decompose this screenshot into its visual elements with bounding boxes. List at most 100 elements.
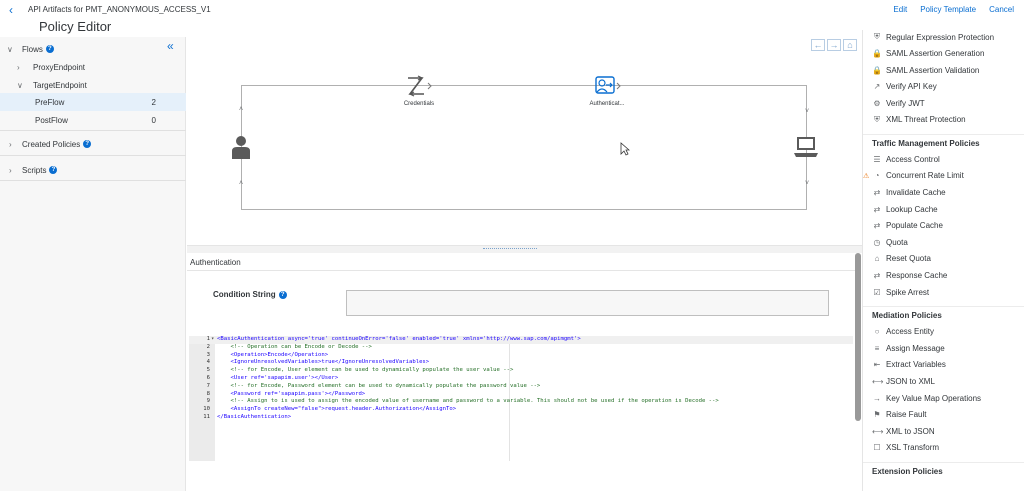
palette-item-assign-message[interactable]: ≡ Assign Message: [863, 340, 1024, 357]
preflow-label: PreFlow: [35, 97, 65, 107]
arrow-left-icon[interactable]: ←: [811, 39, 825, 51]
cache-icon: ⇄: [873, 204, 881, 214]
palette-item-label: XML to JSON: [886, 426, 935, 436]
palette-item-label: Populate Cache: [886, 221, 943, 231]
tree-item-preflow[interactable]: PreFlow 2: [0, 93, 186, 111]
shield-icon: ⛨: [874, 32, 880, 42]
palette-item-response-cache[interactable]: ⇄ Response Cache: [863, 267, 1024, 284]
flag-icon: ⚑: [873, 410, 881, 420]
step-label: Authenticat...: [589, 101, 625, 107]
top-actions: Edit Policy Template Cancel: [893, 5, 1014, 14]
code-text: <Password ref='sapapim.pass'></Password>: [217, 390, 366, 397]
help-icon[interactable]: ?: [278, 290, 287, 299]
palette-item-label: Reset Quota: [886, 254, 931, 264]
fold-icon[interactable]: ▾: [211, 336, 214, 344]
palette-item-access-control[interactable]: ☰ Access Control: [863, 151, 1024, 168]
key-value-icon: →: [873, 393, 881, 403]
code-line[interactable]: 1 ▾ <BasicAuthentication async='true' cont…: [189, 336, 853, 344]
flow-step-authentication[interactable]: Authenticat...: [585, 75, 629, 107]
palette-item-label: Verify API Key: [886, 82, 937, 92]
panel-splitter[interactable]: [187, 245, 862, 253]
splitter-grip[interactable]: [483, 248, 537, 250]
palette-item-xml-threat-protection[interactable]: ⛨ XML Threat Protection: [863, 112, 1024, 129]
divider: [0, 180, 186, 181]
palette-item-extract-variables[interactable]: ⇤ Extract Variables: [863, 357, 1024, 374]
flows-header[interactable]: ∨ Flows?: [0, 40, 186, 58]
palette-item-label: Invalidate Cache: [886, 187, 946, 197]
palette-item-regular-expression-protection[interactable]: ⛨ Regular Expression Protection: [863, 30, 1024, 46]
line-number: 2: [206, 343, 210, 350]
palette-item-label: Response Cache: [886, 270, 948, 280]
preflow-count: 2: [151, 97, 156, 107]
palette-item-saml-assertion-validation[interactable]: 🔒 SAML Assertion Validation: [863, 62, 1024, 79]
palette-item-label: Assign Message: [886, 343, 945, 353]
palette-item-label: Access Entity: [886, 327, 935, 337]
code-editor[interactable]: 1 ▾ <BasicAuthentication async='true' cont…: [189, 336, 853, 461]
help-icon[interactable]: ?: [83, 140, 92, 149]
palette-item-json-to-xml[interactable]: ⟷ JSON to XML: [863, 373, 1024, 390]
palette-item-label: Quota: [886, 237, 908, 247]
properties-heading: Authentication: [190, 258, 241, 267]
palette-item-key-value-map-operations[interactable]: → Key Value Map Operations: [863, 390, 1024, 407]
palette-group-heading: Mediation Policies: [872, 311, 942, 321]
created-policies-label: Created Policies: [22, 139, 81, 149]
palette-item-populate-cache[interactable]: ⇄ Populate Cache: [863, 217, 1024, 234]
line-number: 7: [206, 382, 210, 389]
breadcrumb[interactable]: API Artifacts for PMT_ANONYMOUS_ACCESS_V…: [28, 5, 211, 14]
palette-item-lookup-cache[interactable]: ⇄ Lookup Cache: [863, 201, 1024, 218]
warning-icon: ⚠: [863, 172, 870, 180]
clock-icon: ◷: [873, 237, 881, 247]
back-chevron-icon[interactable]: ‹: [9, 4, 13, 16]
tree-item-postflow[interactable]: PostFlow 0: [0, 111, 186, 129]
palette-item-spike-arrest[interactable]: ☑ Spike Arrest: [863, 284, 1024, 301]
postflow-label: PostFlow: [35, 115, 68, 125]
palette-item-quota[interactable]: ◷ Quota: [863, 234, 1024, 251]
chevron-down-icon: ∨: [7, 44, 13, 54]
chevron-right-icon: ›: [9, 165, 12, 175]
palette-item-reset-quota[interactable]: ⌂ Reset Quota: [863, 251, 1024, 268]
policy-template-button[interactable]: Policy Template: [920, 5, 976, 14]
tree-item-target-endpoint[interactable]: ∨ TargetEndpoint: [0, 76, 186, 94]
vertical-scrollbar[interactable]: [855, 253, 861, 421]
tree-item-created-policies[interactable]: › Created Policies?: [0, 135, 186, 153]
condition-string-input[interactable]: [346, 290, 829, 316]
palette-item-invalidate-cache[interactable]: ⇄ Invalidate Cache: [863, 184, 1024, 201]
code-text: </BasicAuthentication>: [217, 414, 292, 420]
code-text: <!-- for Encode, User element can be use…: [217, 367, 514, 374]
line-number: 3: [206, 351, 210, 358]
palette-item-label: Concurrent Rate Limit: [886, 171, 964, 181]
flow-canvas[interactable]: ← → ⌂ ˄ ˄ ˅ ˅ Credentials Authenticat...: [187, 37, 862, 245]
postflow-count: 0: [151, 115, 156, 125]
palette-item-xml-to-json[interactable]: ⟷ XML to JSON: [863, 423, 1024, 440]
flow-path: [241, 85, 807, 210]
line-number: 5: [206, 367, 210, 374]
top-bar: ‹ API Artifacts for PMT_ANONYMOUS_ACCESS…: [0, 0, 1024, 20]
tree-item-proxy-endpoint[interactable]: › ProxyEndpoint: [0, 58, 186, 76]
left-panel: ∨ Flows? « › ProxyEndpoint ∨ TargetEndpo…: [0, 37, 186, 491]
palette-item-verify-api-key[interactable]: ↗ Verify API Key: [863, 79, 1024, 96]
flow-arrow-icon: ˅: [804, 108, 810, 115]
trash-icon[interactable]: ⌂: [843, 39, 857, 51]
cache-icon: ⇄: [873, 270, 881, 280]
gear-icon: ⚙: [873, 98, 881, 108]
palette-item-access-entity[interactable]: ○ Access Entity: [863, 323, 1024, 340]
cancel-button[interactable]: Cancel: [989, 5, 1014, 14]
collapse-panel-icon[interactable]: «: [167, 40, 174, 52]
edit-button[interactable]: Edit: [893, 5, 907, 14]
help-icon[interactable]: ?: [45, 45, 54, 54]
divider: [0, 130, 186, 131]
palette-item-concurrent-rate-limit[interactable]: ⚠ ◔ Concurrent Rate Limit: [863, 168, 1024, 185]
line-number: 1: [206, 336, 210, 342]
palette-item-xsl-transform[interactable]: ☐ XSL Transform: [863, 440, 1024, 457]
tree-item-scripts[interactable]: › Scripts?: [0, 161, 186, 179]
palette-item-raise-fault[interactable]: ⚑ Raise Fault: [863, 406, 1024, 423]
palette-item-verify-jwt[interactable]: ⚙ Verify JWT: [863, 95, 1024, 112]
palette-group-heading: Traffic Management Policies: [872, 139, 980, 148]
help-icon[interactable]: ?: [49, 166, 58, 175]
target-laptop-icon: [794, 136, 818, 160]
arrow-right-icon[interactable]: →: [827, 39, 841, 51]
palette-item-saml-assertion-generation[interactable]: 🔒 SAML Assertion Generation: [863, 46, 1024, 63]
line-number: 9: [206, 398, 210, 405]
flow-step-credentials[interactable]: Credentials: [399, 75, 439, 107]
credentials-icon: [408, 75, 432, 97]
